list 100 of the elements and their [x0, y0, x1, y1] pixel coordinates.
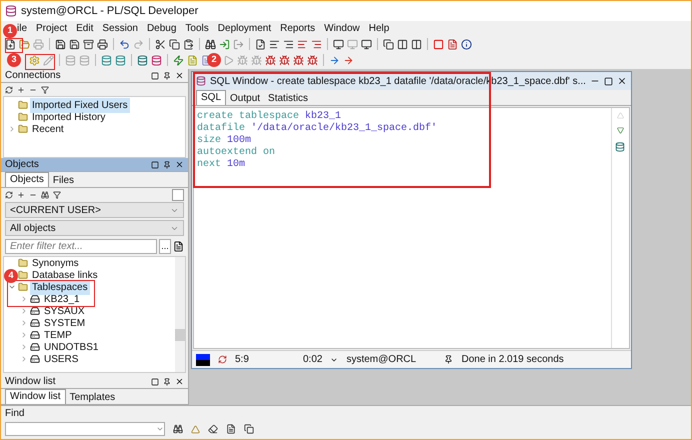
printer-icon[interactable]	[97, 38, 108, 50]
expand-icon[interactable]	[20, 307, 28, 315]
filter-icon[interactable]	[41, 86, 49, 94]
arrow-right-icon[interactable]	[329, 54, 340, 66]
database-icon[interactable]	[115, 54, 126, 66]
columns-icon[interactable]	[397, 38, 408, 50]
monitor-icon[interactable]	[333, 38, 344, 50]
menu-item[interactable]: Edit	[76, 21, 94, 36]
outdent-icon[interactable]	[283, 38, 294, 50]
bug-icon[interactable]	[307, 54, 318, 66]
add-icon[interactable]	[17, 86, 25, 94]
new-file-icon[interactable]	[5, 38, 16, 50]
triangle-icon[interactable]	[191, 424, 200, 434]
folder-icon[interactable]	[19, 38, 30, 50]
collapse-icon[interactable]	[8, 283, 16, 291]
scrollbar[interactable]	[175, 257, 185, 372]
filter-field[interactable]: Enter filter text...	[5, 238, 157, 254]
database-icon[interactable]	[615, 142, 626, 152]
dropdown[interactable]: <CURRENT USER>	[5, 202, 184, 218]
save-icon[interactable]	[55, 38, 66, 50]
menu-item[interactable]: Deployment	[218, 21, 272, 36]
align-icon[interactable]	[297, 38, 308, 50]
tree-item[interactable]: Database links	[30, 268, 100, 282]
tree-item[interactable]: UNDOTBS1	[42, 340, 100, 354]
tree-item[interactable]: TEMP	[42, 328, 74, 342]
menu-item[interactable]: Project	[36, 21, 68, 36]
close-icon[interactable]	[175, 160, 184, 169]
undo-icon[interactable]	[119, 38, 130, 50]
bug-icon[interactable]	[293, 54, 304, 66]
pin-icon[interactable]	[163, 378, 171, 386]
close-icon[interactable]	[175, 71, 184, 80]
indent-icon[interactable]	[269, 38, 280, 50]
tab[interactable]: Window list	[5, 389, 66, 404]
search-icon[interactable]	[41, 191, 49, 199]
menu-item[interactable]: Debug	[146, 21, 176, 36]
expand-icon[interactable]	[8, 125, 16, 133]
file-check-icon[interactable]	[255, 38, 266, 50]
expand-icon[interactable]	[20, 331, 28, 339]
menu-item[interactable]: Window	[324, 21, 360, 36]
eraser-icon[interactable]	[208, 424, 218, 434]
tree-item[interactable]: KB23_1	[42, 292, 82, 306]
bug-icon[interactable]	[265, 54, 276, 66]
maximize-icon[interactable]	[151, 378, 159, 386]
menu-item[interactable]: ile	[17, 21, 28, 36]
expand-icon[interactable]	[20, 295, 28, 303]
tree-item[interactable]: SYSAUX	[42, 304, 87, 318]
tree-item[interactable]: SYSTEM	[42, 316, 88, 330]
database-icon[interactable]	[151, 54, 162, 66]
search-icon[interactable]	[173, 424, 183, 434]
menu-item[interactable]: Tools	[185, 21, 209, 36]
bug-icon[interactable]	[279, 54, 290, 66]
columns-icon[interactable]	[411, 38, 422, 50]
pencil-icon[interactable]	[43, 54, 54, 66]
down-icon[interactable]	[616, 127, 624, 134]
filter-options-button[interactable]: ...	[159, 238, 171, 254]
refresh-icon[interactable]	[5, 86, 13, 94]
dropdown[interactable]: All objects	[5, 220, 184, 236]
tree-item[interactable]: USERS	[42, 352, 80, 366]
tree-item[interactable]: Imported Fixed Users	[30, 98, 130, 112]
monitor-icon[interactable]	[361, 38, 372, 50]
refresh-icon[interactable]	[218, 355, 227, 364]
filter-icon[interactable]	[53, 191, 61, 199]
enter-icon[interactable]	[219, 38, 230, 50]
menu-item[interactable]: Help	[368, 21, 390, 36]
menu-item[interactable]: Session	[102, 21, 138, 36]
checkbox[interactable]	[172, 189, 184, 201]
align-icon[interactable]	[311, 38, 322, 50]
document-icon[interactable]	[226, 424, 236, 434]
maximize-icon[interactable]	[604, 76, 613, 86]
maximize-icon[interactable]	[151, 160, 159, 168]
copy-icon[interactable]	[169, 38, 180, 50]
database-icon[interactable]	[137, 54, 148, 66]
pin-icon[interactable]	[163, 160, 171, 168]
add-icon[interactable]	[17, 191, 25, 199]
find-field[interactable]	[5, 422, 165, 436]
database-icon[interactable]	[101, 54, 112, 66]
maximize-icon[interactable]	[151, 72, 159, 80]
tree-item[interactable]: Synonyms	[30, 257, 81, 270]
paste-icon[interactable]	[183, 38, 194, 50]
save-all-icon[interactable]	[69, 38, 80, 50]
bolt-icon[interactable]	[173, 54, 184, 66]
expand-icon[interactable]	[20, 343, 28, 351]
close-icon[interactable]	[616, 76, 627, 86]
refresh-icon[interactable]	[5, 191, 13, 199]
search-icon[interactable]	[205, 38, 216, 50]
tree-item[interactable]: Tablespaces	[30, 280, 90, 294]
menu-item[interactable]: Reports	[280, 21, 316, 36]
close-icon[interactable]	[175, 377, 184, 386]
arrow-right-icon[interactable]	[343, 54, 354, 66]
stop-icon[interactable]	[433, 38, 444, 50]
info-icon[interactable]	[461, 38, 472, 50]
tab[interactable]: Objects	[5, 172, 49, 187]
cut-icon[interactable]	[155, 38, 166, 50]
expand-icon[interactable]	[20, 319, 28, 327]
tree-item[interactable]: Imported History	[30, 110, 108, 124]
tree-item[interactable]: Recent	[30, 122, 66, 136]
expand-icon[interactable]	[20, 355, 28, 363]
gear-icon[interactable]	[29, 54, 40, 66]
windows-icon[interactable]	[383, 38, 394, 50]
copy-icon[interactable]	[244, 424, 254, 434]
